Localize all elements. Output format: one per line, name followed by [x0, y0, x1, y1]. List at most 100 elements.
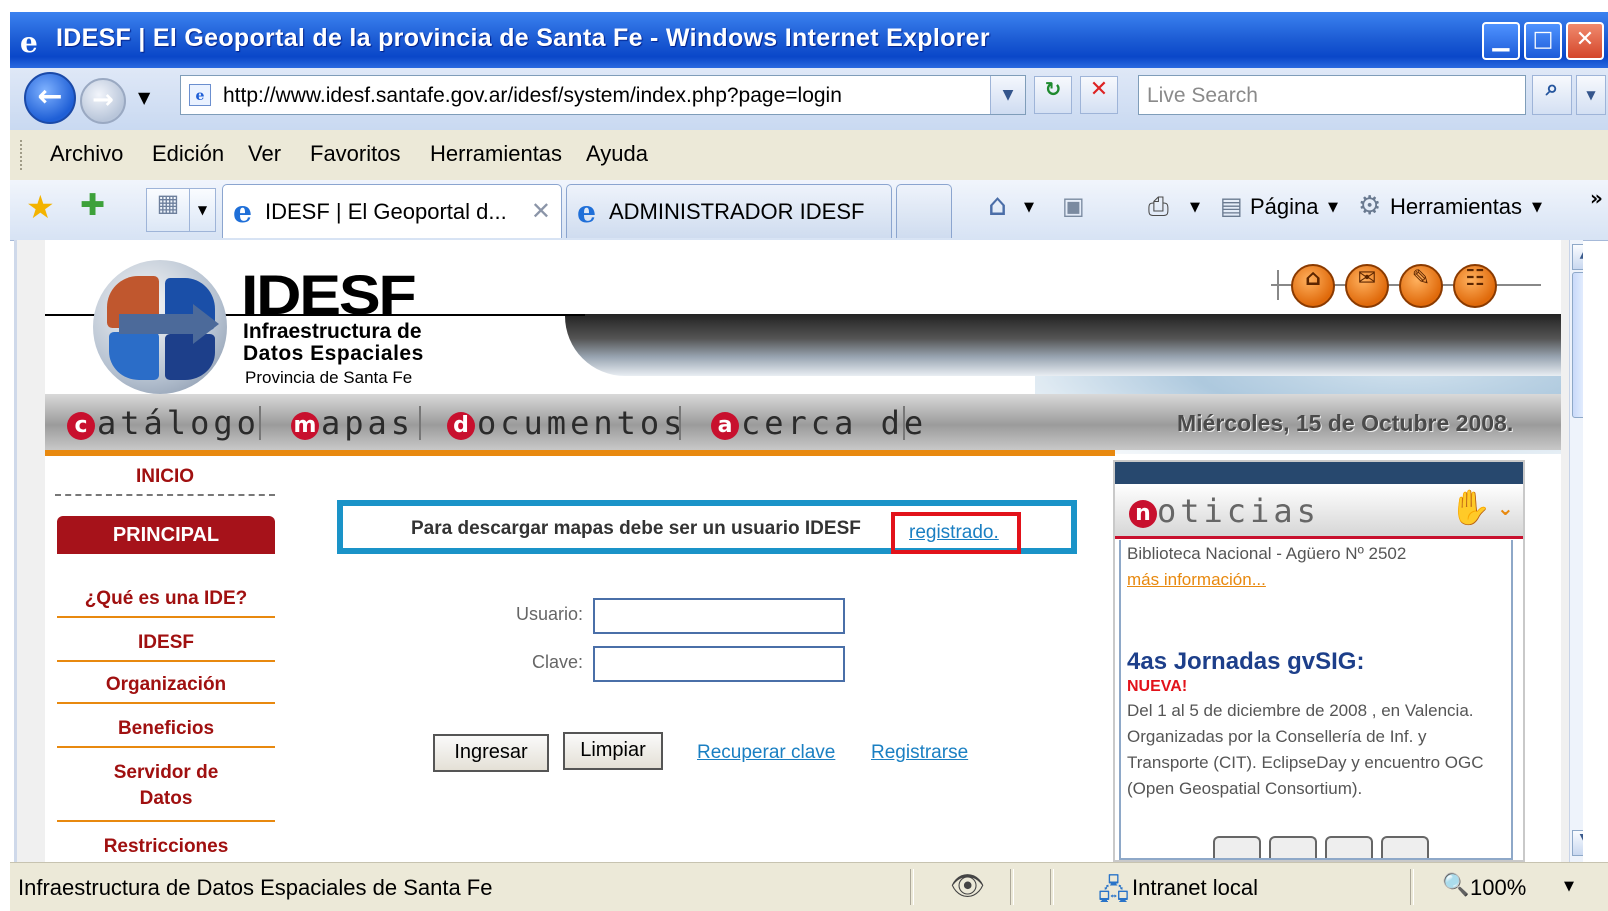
toolbar-grip[interactable]: [20, 140, 25, 170]
forward-button[interactable]: →: [80, 78, 126, 124]
username-input[interactable]: [599, 602, 843, 632]
nav-acerca-de[interactable]: a cerca de: [711, 404, 927, 442]
divider: [1010, 869, 1014, 905]
sidebar-inicio-link[interactable]: INICIO: [55, 466, 275, 488]
registered-link-highlight: registrado.: [891, 512, 1021, 554]
menu-herramientas[interactable]: Herramientas: [430, 141, 562, 167]
search-box[interactable]: [1138, 75, 1526, 115]
more-commands-icon[interactable]: »: [1590, 186, 1603, 210]
tab-list-dropdown[interactable]: ▼: [190, 188, 216, 232]
address-bar[interactable]: e http://www.idesf.santafe.gov.ar/idesf/…: [180, 75, 1026, 115]
home-dropdown[interactable]: ▼: [1024, 200, 1034, 215]
news-item-title[interactable]: 4as Jornadas gvSIG:: [1127, 648, 1364, 676]
news-pager-tab[interactable]: [1213, 836, 1261, 858]
close-tab-icon[interactable]: ✕: [531, 197, 551, 225]
site-subtitle-1: Infraestructura de: [243, 320, 422, 343]
chevron-down-icon[interactable]: ⌄: [1497, 496, 1514, 520]
tools-menu-button[interactable]: Herramientas: [1390, 194, 1522, 220]
menu-ver[interactable]: Ver: [248, 141, 281, 167]
hand-icon: ✋: [1449, 488, 1492, 528]
home-icon[interactable]: ⌂: [1291, 264, 1335, 308]
stop-button[interactable]: ✕: [1080, 76, 1118, 114]
zoom-icon[interactable]: 🔍: [1442, 873, 1469, 898]
divider: [1410, 869, 1414, 905]
quick-tabs-button[interactable]: ▦: [146, 188, 190, 232]
minimize-icon: ▁: [1492, 27, 1510, 52]
news-item-text: Biblioteca Nacional - Agüero Nº 2502: [1127, 544, 1407, 563]
news-pager-tab[interactable]: [1381, 836, 1429, 858]
tab-bar: ★ ✚ ▦ ▼ e IDESF | El Geoportal d... ✕ e …: [10, 180, 1608, 241]
sidebar-item-servidor-de-datos[interactable]: Servidor de Datos: [102, 760, 230, 818]
browser-window: e IDESF | El Geoportal de la provincia d…: [0, 0, 1608, 911]
privacy-report-icon[interactable]: 👁: [950, 869, 986, 902]
news-more-info-link[interactable]: más información...: [1127, 570, 1266, 590]
scroll-up-button[interactable]: ▲: [1572, 244, 1583, 270]
close-window-button[interactable]: ✕: [1566, 22, 1604, 60]
search-button[interactable]: ⌕: [1532, 75, 1572, 115]
sitemap-icon[interactable]: ☷: [1453, 264, 1497, 308]
ingresar-button[interactable]: Ingresar: [433, 734, 549, 772]
page-menu-dropdown[interactable]: ▼: [1328, 200, 1338, 215]
news-panel: n oticias ✋ ⌄ Biblioteca Nacional - Agüer…: [1113, 460, 1525, 862]
scroll-down-button[interactable]: ▼: [1572, 830, 1583, 856]
site-nav: c atálogo m apas d ocumentos a cerca de Miér…: [45, 394, 1561, 450]
menu-archivo[interactable]: Archivo: [50, 141, 123, 167]
add-favorite-icon[interactable]: ✚: [80, 188, 105, 223]
zoom-dropdown[interactable]: ▼: [1564, 879, 1574, 894]
nav-mapas[interactable]: m apas: [291, 404, 414, 442]
tab-idesf[interactable]: e IDESF | El Geoportal d... ✕: [222, 184, 562, 238]
refresh-button[interactable]: ↻: [1034, 76, 1072, 114]
page-icon: e: [189, 84, 211, 106]
search-options-dropdown[interactable]: ▼: [1576, 75, 1606, 115]
zoom-level[interactable]: 100%: [1470, 875, 1526, 901]
site-brand: IDESF: [241, 263, 417, 326]
sidebar-item-restricciones[interactable]: Restricciones: [57, 836, 275, 862]
vertical-scrollbar[interactable]: ▲ ▼: [1569, 240, 1583, 862]
limpiar-button[interactable]: Limpiar: [563, 732, 663, 770]
security-zone-label[interactable]: Intranet local: [1132, 875, 1258, 901]
password-field[interactable]: [593, 646, 845, 682]
recover-password-link[interactable]: Recuperar clave: [697, 742, 835, 764]
minimize-button[interactable]: ▁: [1482, 22, 1520, 60]
page-menu-icon: ▤: [1220, 192, 1243, 220]
title-bar: e IDESF | El Geoportal de la provincia d…: [10, 12, 1608, 68]
nav-separator: [419, 406, 421, 440]
intranet-zone-icon: 🖧: [1098, 873, 1130, 906]
registered-link[interactable]: registrado.: [909, 522, 999, 544]
scroll-thumb[interactable]: [1572, 272, 1583, 418]
recent-pages-dropdown[interactable]: ▼: [138, 88, 150, 107]
tab-label: ADMINISTRADOR IDESF: [609, 199, 865, 224]
nav-separator: [903, 406, 905, 440]
nav-documentos[interactable]: d ocumentos: [447, 404, 686, 442]
maximize-button[interactable]: □: [1524, 22, 1562, 60]
menu-edicion[interactable]: Edición: [152, 141, 224, 167]
address-url[interactable]: http://www.idesf.santafe.gov.ar/idesf/sy…: [223, 84, 842, 108]
nav-catalogo[interactable]: c atálogo: [67, 404, 260, 442]
tools-menu-dropdown[interactable]: ▼: [1532, 200, 1542, 215]
sidebar-item-beneficios[interactable]: Beneficios: [57, 718, 275, 748]
print-dropdown[interactable]: ▼: [1190, 200, 1200, 215]
page-menu-button[interactable]: Página: [1250, 194, 1319, 220]
menu-favoritos[interactable]: Favoritos: [310, 141, 400, 167]
new-tab-button[interactable]: [896, 184, 952, 238]
edit-icon[interactable]: ✎: [1399, 264, 1443, 308]
sidebar-item-que-es-ide[interactable]: ¿Qué es una IDE?: [57, 588, 275, 618]
feeds-icon[interactable]: ▣: [1062, 192, 1085, 220]
home-icon[interactable]: ⌂: [988, 188, 1007, 223]
menu-ayuda[interactable]: Ayuda: [586, 141, 648, 167]
address-dropdown[interactable]: ▼: [990, 76, 1025, 114]
search-input[interactable]: [1145, 82, 1519, 110]
back-button[interactable]: ←: [24, 72, 76, 124]
news-pager-tab[interactable]: [1325, 836, 1373, 858]
tab-administrador[interactable]: e ADMINISTRADOR IDESF: [566, 184, 892, 238]
maximize-icon: □: [1532, 27, 1554, 52]
register-link[interactable]: Registrarse: [871, 742, 968, 764]
favorites-center-icon[interactable]: ★: [26, 188, 55, 226]
username-field[interactable]: [593, 598, 845, 634]
news-pager-tab[interactable]: [1269, 836, 1317, 858]
mail-icon[interactable]: ✉: [1345, 264, 1389, 308]
print-icon[interactable]: ⎙: [1148, 192, 1169, 223]
password-input[interactable]: [599, 650, 843, 680]
sidebar-item-organizacion[interactable]: Organización: [57, 674, 275, 704]
sidebar-item-idesf[interactable]: IDESF: [57, 632, 275, 662]
